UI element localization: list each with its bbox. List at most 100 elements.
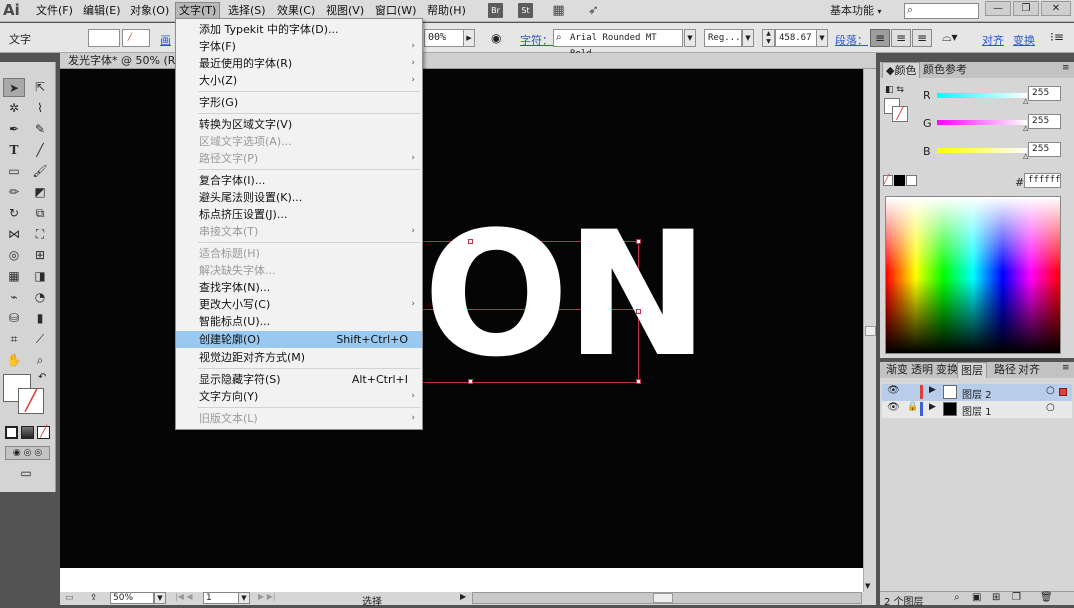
menu-item-convert-area-type[interactable]: 转换为区域文字(V): [176, 116, 422, 133]
pencil-tool-icon[interactable]: ✏: [3, 183, 25, 202]
font-family-field[interactable]: Arial Rounded MT Bold: [553, 29, 683, 59]
artboard-tool-icon[interactable]: ⌗: [3, 330, 25, 349]
menu-item-kinsoku[interactable]: 避头尾法则设置(K)...: [176, 189, 422, 206]
handle-top[interactable]: [468, 239, 473, 244]
paintbrush-tool-icon[interactable]: 🖌: [29, 162, 51, 181]
target-icon[interactable]: ○: [1046, 385, 1055, 396]
zoom-field[interactable]: 50%: [110, 592, 154, 604]
scale-tool-icon[interactable]: ⧉: [29, 204, 51, 223]
eyedropper-tool-icon[interactable]: ⌁: [3, 288, 25, 307]
handle-right[interactable]: [636, 309, 641, 314]
eye-icon[interactable]: 👁: [887, 385, 900, 396]
opacity-dropdown[interactable]: ▶: [463, 29, 475, 47]
magic-wand-tool-icon[interactable]: ✲: [3, 99, 25, 118]
transform-panel-link[interactable]: 变换: [1013, 32, 1035, 48]
font-style-field[interactable]: Reg...: [704, 29, 742, 47]
first-artboard-icon[interactable]: |◀ ◀: [175, 592, 193, 601]
selection-tool-icon[interactable]: ➤: [3, 78, 25, 97]
clipping-mask-icon[interactable]: ▣: [972, 592, 981, 603]
menu-item-threaded-text[interactable]: 串接文本(T) ›: [176, 223, 422, 240]
stroke-swatch[interactable]: ⁄: [122, 29, 150, 47]
screen-mode-icon[interactable]: ▭: [15, 466, 37, 480]
last-artboard-icon[interactable]: ▶ ▶|: [258, 592, 276, 601]
selection-indicator[interactable]: [1059, 388, 1067, 396]
status-text[interactable]: 选择: [362, 593, 382, 608]
menu-item-add-typekit[interactable]: 添加 Typekit 中的字体(D)...: [176, 21, 422, 38]
eye-icon[interactable]: 👁: [887, 402, 900, 413]
tab-gradient[interactable]: 渐变: [883, 362, 911, 378]
menu-item-fit-headline[interactable]: 适合标题(H): [176, 245, 422, 262]
color-spectrum[interactable]: [885, 196, 1061, 354]
menu-item-type-on-path[interactable]: 路径文字(P) ›: [176, 150, 422, 167]
menu-item-font[interactable]: 字体(F) ›: [176, 38, 422, 55]
tab-align[interactable]: 对齐: [1015, 362, 1043, 378]
menu-help[interactable]: 帮助(H): [424, 2, 469, 20]
handle-bottom-right[interactable]: [636, 379, 641, 384]
menu-item-find-font[interactable]: 查找字体(N)...: [176, 279, 422, 296]
new-layer-icon[interactable]: ❐: [1012, 592, 1021, 603]
gradient-mode-icon[interactable]: [21, 426, 34, 439]
recolor-icon[interactable]: ◉: [491, 31, 501, 45]
expand-triangle-icon[interactable]: ▶: [929, 385, 936, 395]
fill-stroke-mini-icon[interactable]: ◧ ⇆: [885, 85, 904, 95]
menu-item-smart-punctuation[interactable]: 智能标点(U)...: [176, 313, 422, 330]
rectangle-tool-icon[interactable]: ▭: [3, 162, 25, 181]
stroke-preview[interactable]: ╱: [892, 106, 908, 122]
lock-icon[interactable]: 🔒: [907, 402, 918, 412]
rotate-tool-icon[interactable]: ↻: [3, 204, 25, 223]
eraser-tool-icon[interactable]: ◩: [29, 183, 51, 202]
line-tool-icon[interactable]: ╱: [29, 141, 51, 160]
arrange-documents-icon[interactable]: ▦: [551, 3, 566, 18]
channel-b-value[interactable]: 255: [1028, 142, 1061, 157]
stroke-color-swatch[interactable]: ╱: [18, 388, 44, 414]
shape-builder-tool-icon[interactable]: ◎: [3, 246, 25, 265]
panel-menu-icon[interactable]: ≡: [1062, 63, 1070, 73]
panel-menu-icon[interactable]: ⁝≡: [1050, 30, 1064, 44]
new-sublayer-icon[interactable]: ⊞: [992, 592, 1000, 603]
target-icon[interactable]: ○: [1046, 402, 1055, 413]
white-swatch[interactable]: [906, 175, 917, 186]
channel-g-slider[interactable]: [937, 120, 1027, 125]
workspace-switcher[interactable]: 基本功能 ▾: [830, 2, 882, 19]
delete-layer-icon[interactable]: 🗑: [1040, 592, 1053, 603]
layer-row[interactable]: 👁 🔒 ▶ 图层 1 ○: [882, 401, 1072, 418]
gradient-tool-icon[interactable]: ◨: [29, 267, 51, 286]
zoom-tool-icon[interactable]: ⌕: [29, 351, 51, 370]
menu-item-legacy-text[interactable]: 旧版文本(L) ›: [176, 410, 422, 427]
free-transform-tool-icon[interactable]: ⛶: [29, 225, 51, 244]
zoom-dropdown[interactable]: ▼: [154, 592, 166, 604]
menu-object[interactable]: 对象(O): [127, 2, 172, 20]
none-swatch[interactable]: ╱: [883, 175, 893, 186]
menu-item-glyphs[interactable]: 字形(G): [176, 94, 422, 111]
draw-mode-icons[interactable]: ◉ ◎ ◎: [5, 446, 50, 460]
gpu-performance-icon[interactable]: ➶: [586, 3, 601, 18]
menu-item-composite-fonts[interactable]: 复合字体(I)...: [176, 172, 422, 189]
stock-icon[interactable]: St: [518, 3, 533, 18]
width-tool-icon[interactable]: ⋈: [3, 225, 25, 244]
expand-triangle-icon[interactable]: ▶: [929, 402, 936, 412]
align-center-icon[interactable]: ≡: [891, 29, 911, 47]
align-panel-link[interactable]: 对齐: [982, 32, 1004, 48]
scroll-down-icon[interactable]: ▼: [865, 582, 870, 590]
channel-r-value[interactable]: 255: [1028, 86, 1061, 101]
menu-item-show-hidden-chars[interactable]: 显示隐藏字符(S) Alt+Ctrl+I: [176, 371, 422, 388]
menu-item-size[interactable]: 大小(Z) ›: [176, 72, 422, 89]
menu-item-change-case[interactable]: 更改大小写(C) ›: [176, 296, 422, 313]
character-panel-link[interactable]: 字符：: [520, 32, 553, 48]
help-search-input[interactable]: [904, 3, 979, 19]
export-icon[interactable]: ⇪: [90, 593, 98, 603]
handle-bottom[interactable]: [468, 379, 473, 384]
font-family-dropdown[interactable]: ▼: [684, 29, 696, 47]
align-right-icon[interactable]: ≡: [912, 29, 932, 47]
envelope-warp-icon[interactable]: ⌓▾: [942, 30, 958, 45]
tab-transparency[interactable]: 透明: [908, 362, 936, 378]
color-mode-icon[interactable]: [5, 426, 18, 439]
channel-r-slider[interactable]: [937, 93, 1027, 98]
close-button[interactable]: ✕: [1041, 1, 1071, 16]
artboard-number-field[interactable]: 1: [203, 592, 239, 604]
menu-item-area-type-options[interactable]: 区域文字选项(A)...: [176, 133, 422, 150]
lasso-tool-icon[interactable]: ⌇: [29, 99, 51, 118]
minimize-button[interactable]: —: [985, 1, 1011, 16]
mesh-tool-icon[interactable]: ▦: [3, 267, 25, 286]
locate-object-icon[interactable]: ⌕: [954, 592, 960, 603]
